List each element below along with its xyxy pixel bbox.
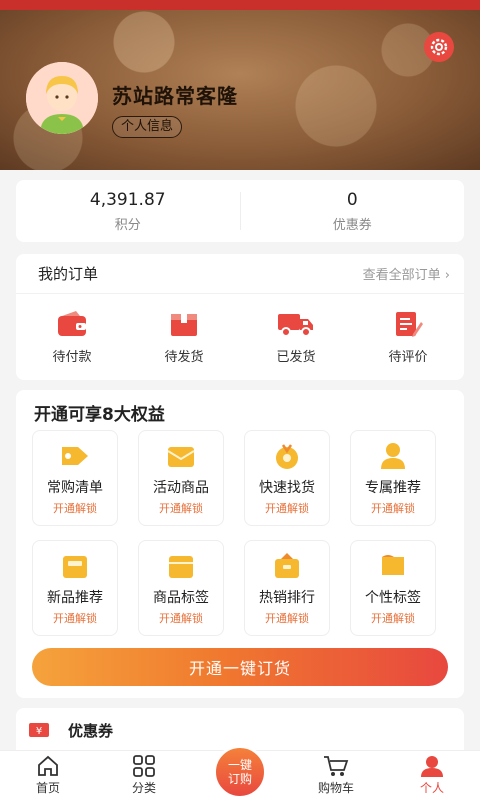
coupons-label: 优惠券 — [332, 217, 372, 233]
coupons-value: 0 — [346, 189, 358, 210]
unlock-link: 开通解锁 — [159, 502, 203, 515]
coupon-icon: ¥ — [29, 723, 49, 737]
tag-icon — [62, 447, 88, 465]
order-status-row: 待付款 待发货 已发货 待评价 — [16, 294, 464, 380]
benefit-label: 新品推荐 — [47, 590, 103, 606]
unlock-link: 开通解锁 — [265, 502, 309, 515]
tab-home[interactable]: 首页 — [0, 751, 96, 800]
new-box-icon — [63, 556, 87, 578]
benefit-hot-ranking[interactable]: 热销排行 开通解锁 — [244, 540, 330, 636]
magic-icon — [276, 444, 298, 469]
cart-icon — [324, 756, 349, 776]
benefits-card: 开通可享8大权益 常购清单 开通解锁 活动商品 开通解锁 快速找货 开通解锁 专… — [16, 390, 464, 698]
benefit-label: 商品标签 — [153, 590, 209, 606]
benefit-label: 活动商品 — [153, 480, 209, 496]
quick-order-button[interactable]: 一键 订购 — [213, 745, 267, 799]
quick-order-line2: 订购 — [227, 772, 252, 786]
benefit-label: 热销排行 — [259, 590, 315, 606]
benefit-personal-tags[interactable]: 个性标签 开通解锁 — [350, 540, 436, 636]
order-shipped[interactable]: 已发货 — [240, 294, 352, 380]
settings-button[interactable] — [424, 32, 454, 62]
activate-quick-order-button[interactable]: 开通一键订货 — [32, 648, 448, 686]
view-all-orders-link[interactable]: 查看全部订单 › — [363, 264, 450, 283]
tab-cart[interactable]: 购物车 — [288, 751, 384, 800]
coupons-stat[interactable]: 0 优惠券 — [241, 180, 465, 242]
bottom-tab-bar: 首页 分类 一键 订购 购物车 个人 — [0, 745, 480, 800]
grid-icon — [133, 755, 155, 777]
order-shipped-label: 已发货 — [276, 349, 316, 365]
coupon-badge: ¥ — [36, 726, 42, 737]
tab-category-label: 分类 — [131, 781, 156, 795]
user-avatar-icon — [26, 62, 98, 134]
label-box-icon — [169, 556, 193, 578]
tab-cart-label: 购物车 — [317, 781, 354, 795]
unlock-link: 开通解锁 — [53, 502, 97, 515]
username: 苏站路常客隆 — [112, 84, 238, 108]
package-icon — [171, 313, 197, 336]
tab-profile[interactable]: 个人 — [384, 751, 480, 800]
avatar[interactable] — [26, 62, 98, 134]
benefit-label: 专属推荐 — [365, 480, 421, 496]
profile-info-button[interactable]: 个人信息 — [112, 116, 183, 138]
unlock-link: 开通解锁 — [371, 612, 415, 625]
order-pending-shipment-label: 待发货 — [164, 349, 204, 365]
order-pending-payment[interactable]: 待付款 — [16, 294, 128, 380]
gift-icon — [167, 447, 195, 467]
unlock-link: 开通解锁 — [53, 612, 97, 625]
tab-home-label: 首页 — [35, 781, 60, 795]
person-icon — [381, 443, 405, 469]
tab-profile-label: 个人 — [419, 781, 444, 795]
points-value: 4,391.87 — [89, 189, 166, 210]
benefits-grid: 常购清单 开通解锁 活动商品 开通解锁 快速找货 开通解锁 专属推荐 开通解锁 … — [32, 430, 452, 636]
truck-icon — [278, 313, 313, 337]
benefit-promo-products[interactable]: 活动商品 开通解锁 — [138, 430, 224, 526]
review-icon — [396, 311, 423, 337]
status-strip — [0, 0, 480, 10]
wallet-icon — [58, 310, 86, 336]
order-pending-shipment[interactable]: 待发货 — [128, 294, 240, 380]
unlock-link: 开通解锁 — [371, 502, 415, 515]
benefit-label: 常购清单 — [47, 480, 103, 496]
order-pending-review-label: 待评价 — [388, 349, 428, 365]
rank-box-icon — [275, 553, 299, 578]
order-pending-payment-label: 待付款 — [52, 349, 92, 365]
home-icon — [38, 755, 58, 776]
person-icon — [421, 756, 443, 777]
tab-quick-order[interactable]: 一键 订购 — [192, 745, 288, 800]
stats-card: 4,391.87 积分 0 优惠券 — [16, 180, 464, 242]
benefit-exclusive-recommend[interactable]: 专属推荐 开通解锁 — [350, 430, 436, 526]
unlock-link: 开通解锁 — [265, 612, 309, 625]
flag-icon — [382, 555, 404, 575]
order-pending-review[interactable]: 待评价 — [352, 294, 464, 380]
quick-order-line1: 一键 — [227, 758, 252, 772]
unlock-link: 开通解锁 — [159, 612, 203, 625]
coupon-section-title: 优惠券 — [68, 721, 114, 740]
orders-title: 我的订单 — [38, 265, 99, 283]
points-label: 积分 — [114, 217, 141, 233]
benefit-label: 快速找货 — [259, 480, 315, 496]
benefit-quick-find[interactable]: 快速找货 开通解锁 — [244, 430, 330, 526]
benefit-new-products[interactable]: 新品推荐 开通解锁 — [32, 540, 118, 636]
orders-header: 我的订单 查看全部订单 › — [16, 254, 464, 294]
profile-header: 苏站路常客隆 个人信息 — [0, 10, 480, 170]
benefits-title: 开通可享8大权益 — [34, 405, 165, 425]
tab-category[interactable]: 分类 — [96, 751, 192, 800]
benefit-frequent-list[interactable]: 常购清单 开通解锁 — [32, 430, 118, 526]
orders-card: 我的订单 查看全部订单 › 待付款 待发货 已发货 待评价 — [16, 254, 464, 380]
benefit-product-tags[interactable]: 商品标签 开通解锁 — [138, 540, 224, 636]
benefit-label: 个性标签 — [365, 590, 421, 606]
gear-icon — [430, 38, 448, 56]
points-stat[interactable]: 4,391.87 积分 — [16, 180, 240, 242]
